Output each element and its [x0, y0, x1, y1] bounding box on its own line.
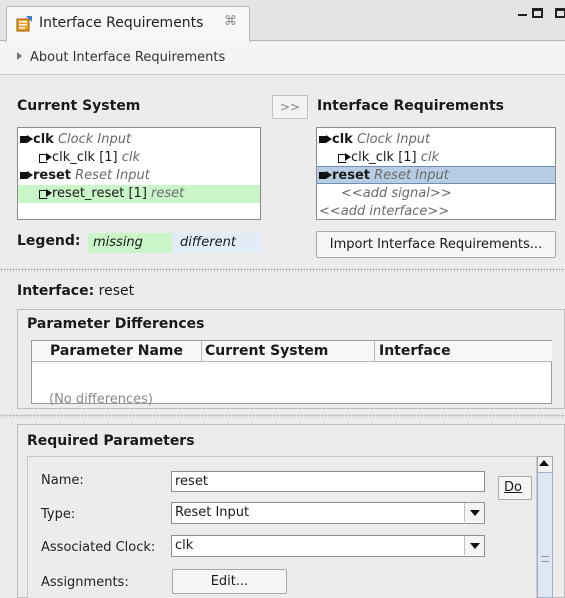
interface-requirements-icon [16, 16, 32, 32]
chevron-down-icon[interactable] [464, 503, 484, 522]
tree-row-clk-clk[interactable]: clk_clk [1] clk [18, 149, 260, 167]
edit-assignments-button[interactable]: Edit... [172, 569, 287, 594]
tree-row-clk-clk[interactable]: clk_clk [1] clk [317, 149, 555, 167]
splitter-handle[interactable] [0, 268, 565, 272]
splitter-handle[interactable] [0, 414, 565, 418]
tree-row-clk[interactable]: clk Clock Input [317, 131, 555, 149]
column-parameter-name[interactable]: Parameter Name [32, 341, 202, 362]
legend-label: Legend: [17, 233, 81, 249]
tab-title: Interface Requirements [39, 15, 204, 31]
current-system-heading: Current System [17, 98, 141, 114]
legend-different-swatch: different [172, 233, 262, 253]
add-interface-item[interactable]: <<add interface>> [317, 203, 555, 221]
interface-arrow-icon [20, 135, 33, 144]
scroll-grip-icon [541, 556, 549, 562]
interface-requirements-heading: Interface Requirements [317, 98, 505, 114]
add-signal-item[interactable]: <<add signal>> [317, 185, 555, 203]
signal-arrow-icon [39, 189, 52, 199]
maximize-icon[interactable] [532, 8, 543, 18]
name-label: Name: [41, 473, 84, 488]
parameter-differences-title: Parameter Differences [27, 316, 205, 332]
tree-row-reset-reset[interactable]: reset_reset [1] reset [18, 185, 260, 203]
tree-row-reset-selected[interactable]: reset Reset Input [317, 166, 555, 184]
current-system-tree[interactable]: clk Clock Input clk_clk [1] clk reset Re… [17, 127, 261, 220]
signal-arrow-icon [338, 153, 351, 163]
interface-arrow-icon [319, 171, 332, 180]
restore-icon[interactable] [555, 8, 565, 18]
no-differences-text: (No differences) [49, 392, 153, 407]
interface-arrow-icon [319, 135, 332, 144]
column-current-system[interactable]: Current System [202, 341, 375, 362]
chevron-down-icon[interactable] [464, 536, 484, 555]
minimize-icon[interactable] [518, 14, 527, 16]
assignments-label: Assignments: [41, 575, 129, 590]
tree-row-clk[interactable]: clk Clock Input [18, 131, 260, 149]
name-field[interactable]: reset [171, 471, 485, 492]
scroll-up-icon[interactable] [539, 460, 549, 466]
sync-button[interactable]: >> [272, 95, 308, 119]
chevron-right-icon [17, 52, 22, 60]
column-interface[interactable]: Interface [375, 341, 552, 362]
required-parameters-title: Required Parameters [27, 433, 195, 449]
interface-arrow-icon [20, 171, 33, 180]
associated-clock-select[interactable]: clk [171, 535, 485, 557]
interface-title: Interface: reset [17, 283, 135, 299]
scrollbar-thumb[interactable] [537, 472, 553, 598]
interface-requirements-tree[interactable]: clk Clock Input clk_clk [1] clk reset Re… [316, 127, 556, 220]
tree-row-reset[interactable]: reset Reset Input [18, 167, 260, 185]
type-select[interactable]: Reset Input [171, 502, 485, 524]
close-tab-icon[interactable]: ⌘ [224, 14, 237, 29]
tab-interface-requirements[interactable]: Interface Requirements ⌘ [6, 6, 250, 42]
about-label: About Interface Requirements [30, 50, 226, 65]
documentation-button[interactable]: Do [498, 476, 532, 500]
import-interface-requirements-button[interactable]: Import Interface Requirements... [316, 231, 556, 258]
type-label: Type: [41, 507, 76, 522]
associated-clock-label: Associated Clock: [41, 540, 156, 555]
about-section-header[interactable]: About Interface Requirements [0, 42, 565, 75]
signal-arrow-icon [39, 153, 52, 163]
legend-missing-swatch: missing [88, 233, 172, 253]
